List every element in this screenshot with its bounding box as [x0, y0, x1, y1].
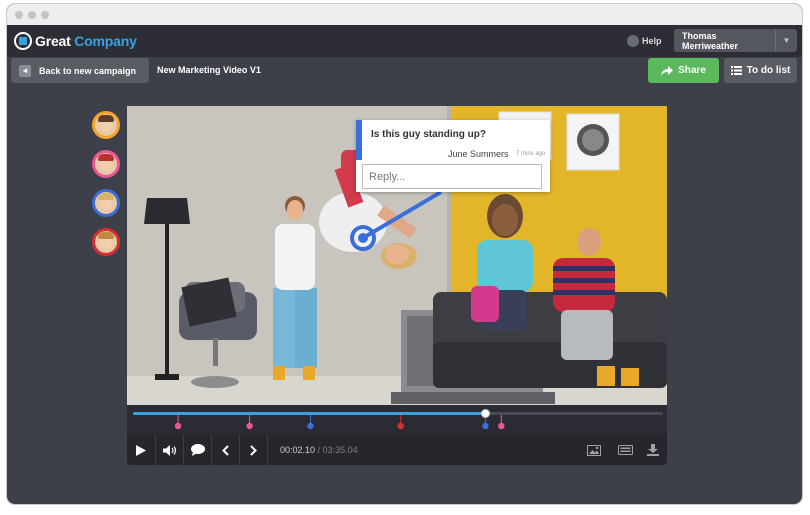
volume-button[interactable]: [156, 435, 183, 465]
comment-popup: Is this guy standing up? June Summers 7 …: [356, 120, 550, 192]
player-controls: 00:02.10 / 03:35.04: [127, 435, 667, 465]
brand-logo[interactable]: Great Company: [35, 33, 137, 49]
brand-first: Great: [35, 33, 71, 49]
current-time: 00:02.10: [280, 445, 316, 455]
timeline[interactable]: [127, 405, 667, 435]
speech-bubble-icon: [190, 444, 205, 456]
back-button-label: Back to new campaign: [39, 65, 137, 76]
brand-second: Company: [74, 33, 137, 49]
window-minimize-dot[interactable]: [28, 11, 36, 19]
timeline-comment-marker[interactable]: [498, 422, 505, 430]
keyboard-shortcuts-button[interactable]: [611, 435, 639, 465]
previous-comment-button[interactable]: [212, 435, 239, 465]
user-name: Thomas Merriweather: [682, 30, 739, 51]
todo-button-label: To do list: [746, 65, 791, 76]
comment-accent-bar: [356, 120, 362, 160]
help-label: Help: [642, 36, 662, 46]
share-arrow-icon: [661, 65, 674, 76]
reply-input[interactable]: [362, 164, 542, 189]
todo-list-button[interactable]: To do list: [724, 58, 797, 83]
window-maximize-dot[interactable]: [41, 11, 49, 19]
avatar-hair: [98, 232, 114, 239]
timeline-track[interactable]: [127, 405, 667, 435]
volume-icon: [162, 444, 176, 456]
timeline-comment-marker[interactable]: [482, 422, 489, 430]
timeline-comment-marker[interactable]: [397, 422, 404, 430]
timeline-comment-marker[interactable]: [246, 422, 253, 430]
list-icon: [730, 66, 742, 75]
play-button[interactable]: [127, 435, 155, 465]
timeline-comment-marker[interactable]: [307, 422, 314, 430]
video-title: New Marketing Video V1: [157, 65, 261, 75]
help-toggle-icon: [627, 35, 639, 47]
comment-time-ago: 7 mins ago: [516, 151, 546, 157]
timeline-progress: [133, 412, 486, 415]
next-comment-button[interactable]: [240, 435, 267, 465]
divider: [267, 435, 268, 465]
snapshot-button[interactable]: [580, 435, 608, 465]
back-to-campaign-button[interactable]: ◂ Back to new campaign: [11, 58, 149, 83]
total-time: 03:35.04: [322, 445, 358, 455]
avatar-hair: [98, 193, 114, 200]
reviewer-avatar-1[interactable]: [92, 111, 120, 139]
chevron-right-icon: [250, 444, 257, 456]
user-menu[interactable]: Thomas Merriweather ▼: [674, 29, 797, 52]
window-close-dot[interactable]: [15, 11, 23, 19]
keyboard-icon: [617, 445, 633, 455]
timeline-comment-marker[interactable]: [174, 422, 182, 430]
comment-button[interactable]: [184, 435, 211, 465]
download-button[interactable]: [639, 435, 667, 465]
reviewer-avatar-4[interactable]: [92, 228, 120, 256]
campaign-toolbar: ◂ Back to new campaign New Marketing Vid…: [7, 57, 802, 87]
image-icon: [587, 444, 601, 456]
avatar-hair: [98, 115, 114, 122]
arrow-left-icon: ◂: [19, 64, 31, 77]
help-toggle[interactable]: Help: [627, 34, 662, 48]
avatar-hair: [98, 154, 114, 161]
logo-icon: [14, 32, 32, 50]
chevron-down-icon[interactable]: ▼: [774, 29, 797, 52]
download-icon: [647, 444, 659, 456]
app-header: Great Company Help Thomas Merriweather ▼: [7, 25, 802, 57]
reviewer-avatar-3[interactable]: [92, 189, 120, 217]
share-button[interactable]: Share: [648, 58, 719, 83]
reviewer-avatar-2[interactable]: [92, 150, 120, 178]
title-bar: [7, 4, 802, 26]
chevron-left-icon: [222, 444, 229, 456]
comment-author: June Summers: [448, 149, 509, 159]
playhead-handle[interactable]: [481, 409, 490, 418]
comment-question: Is this guy standing up?: [371, 129, 486, 140]
share-button-label: Share: [678, 65, 706, 76]
time-separator: /: [317, 445, 321, 455]
play-icon: [136, 444, 146, 456]
time-readout: 00:02.10 / 03:35.04: [280, 445, 358, 455]
